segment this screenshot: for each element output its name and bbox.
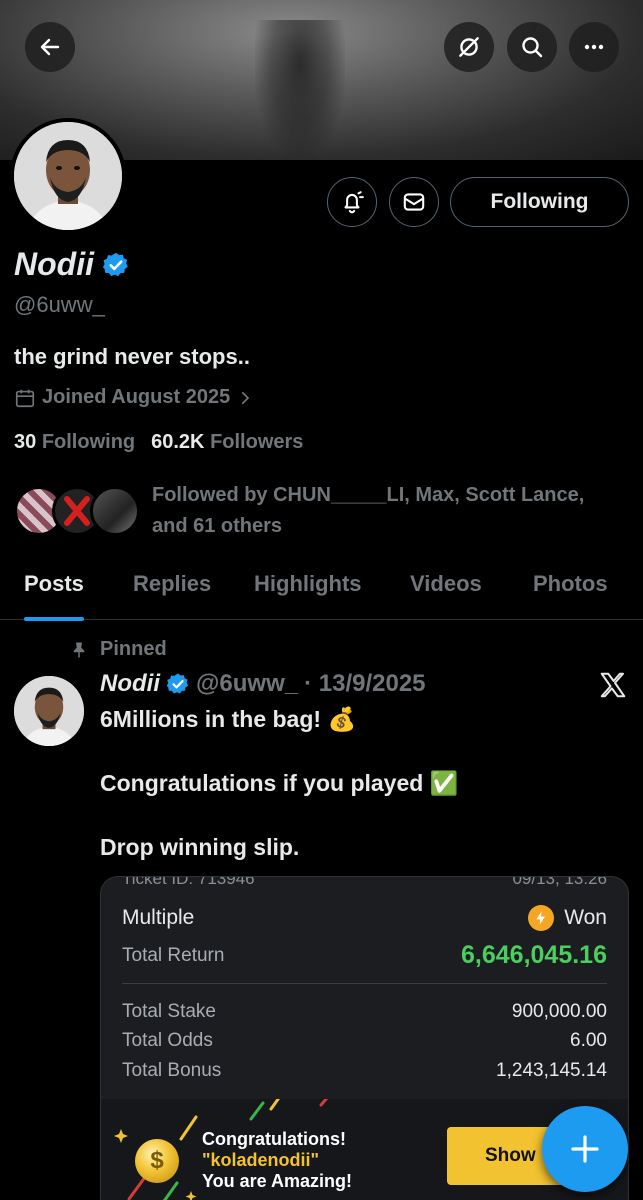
profile-name: Nodii [14, 246, 130, 283]
avatar-illustration [14, 122, 122, 230]
tab-label: Replies [133, 571, 212, 596]
profile-bio: the grind never stops.. [14, 344, 250, 369]
verified-badge-icon [102, 252, 128, 276]
grok-button[interactable] [444, 22, 494, 72]
back-arrow-icon [40, 38, 60, 56]
followed-by[interactable]: Followed by CHUN_____LI, Max, Scott Lanc… [14, 480, 632, 542]
ticket-divider [122, 983, 607, 984]
promo-line-3: You are Amazing! [202, 1171, 353, 1191]
post-author-handle[interactable]: @6uww_ [196, 670, 298, 698]
tab-label: Posts [24, 571, 84, 596]
tab-label: Videos [410, 571, 482, 596]
following-stat[interactable]: 30 Following [14, 431, 135, 454]
total-bonus-value: 1,243,145.14 [496, 1060, 607, 1081]
pinned-label: Pinned [70, 638, 167, 661]
promo-line-1: Congratulations! [202, 1129, 346, 1149]
tab-photos[interactable]: Photos [533, 563, 608, 620]
total-stake-value: 900,000.00 [511, 1001, 607, 1022]
pin-icon [73, 642, 85, 657]
following-label: Following [41, 431, 136, 453]
message-button[interactable] [389, 177, 439, 227]
post-line-1: 6Millions in the bag! 💰 [100, 706, 357, 732]
total-return-row: Total Return 6,646,045.16 [122, 941, 607, 970]
post-author-avatar[interactable] [14, 676, 84, 746]
promo-line-2: "koladenodii" [202, 1150, 320, 1170]
followers-count: 60.2K [151, 431, 205, 453]
compose-post-button[interactable] [542, 1106, 628, 1192]
total-stake-label: Total Stake [122, 1001, 216, 1022]
profile-handle: @6uww_ [14, 292, 105, 317]
lightning-icon [528, 905, 555, 931]
bet-status-text: Won [564, 906, 607, 929]
bet-type-row: Multiple Won [122, 905, 607, 931]
banner-figure [255, 20, 345, 160]
message-icon [403, 193, 425, 211]
mutual-avatar [90, 486, 140, 536]
tab-videos[interactable]: Videos [410, 563, 482, 620]
ticket-id: Ticket ID: 713946 [122, 876, 255, 888]
bet-type: Multiple [122, 906, 195, 929]
pinned-text: Pinned [100, 638, 167, 660]
following-count: 30 [14, 431, 37, 453]
tab-highlights[interactable]: Highlights [254, 563, 362, 620]
profile-avatar[interactable] [10, 118, 126, 234]
tab-label: Highlights [254, 571, 362, 596]
total-stake-row: Total Stake 900,000.00 [122, 1001, 607, 1023]
post-avatar-illustration [14, 676, 84, 746]
bet-status: Won [528, 905, 607, 931]
followed-by-text: Followed by CHUN_____LI, Max, Scott Lanc… [152, 480, 632, 542]
chevron-right-icon [242, 391, 250, 404]
coin-icon: $ [135, 1139, 179, 1183]
active-tab-indicator [24, 617, 84, 621]
joined-date[interactable]: Joined August 2025 [14, 386, 254, 409]
total-bonus-label: Total Bonus [122, 1060, 222, 1081]
post-date[interactable]: · 13/9/2025 [304, 670, 425, 698]
total-odds-label: Total Odds [122, 1030, 213, 1051]
total-odds-row: Total Odds 6.00 [122, 1030, 607, 1052]
calendar-icon [15, 389, 35, 407]
search-icon [522, 37, 543, 58]
search-button[interactable] [507, 22, 557, 72]
plus-icon [571, 1135, 599, 1163]
follow-stats: 30 Following 60.2K Followers [14, 431, 303, 454]
promo-text: Congratulations! "koladenodii" You are A… [202, 1129, 352, 1192]
verified-badge-icon [166, 673, 189, 694]
x-logo-icon[interactable] [598, 670, 628, 700]
post-line-3: Drop winning slip. [100, 834, 300, 860]
notification-bell-icon [344, 191, 364, 214]
ticket-header: Ticket ID: 713946 09/13, 13:26 [122, 876, 607, 889]
tab-label: Photos [533, 571, 608, 596]
post-header: Nodii @6uww_ · 13/9/2025 [100, 670, 426, 698]
post-author-name[interactable]: Nodii [100, 670, 160, 698]
no-sync-icon [459, 37, 479, 57]
profile-name-text: Nodii [14, 246, 94, 282]
joined-text: Joined August 2025 [42, 386, 231, 408]
tab-posts[interactable]: Posts [24, 563, 84, 621]
post-line-2: Congratulations if you played ✅ [100, 770, 459, 796]
total-return-label: Total Return [122, 944, 225, 966]
followed-by-line1: Followed by CHUN_____LI, Max, Scott Lanc… [152, 484, 585, 506]
total-bonus-row: Total Bonus 1,243,145.14 [122, 1060, 607, 1082]
mutual-avatars [14, 480, 140, 538]
more-icon [584, 44, 604, 50]
followers-label: Followers [210, 431, 304, 453]
more-button[interactable] [569, 22, 619, 72]
profile-tabs: Posts Replies Highlights Videos Photos [0, 563, 643, 621]
tab-replies[interactable]: Replies [133, 563, 211, 620]
total-odds-value: 6.00 [570, 1030, 607, 1051]
notifications-button[interactable] [327, 177, 377, 227]
total-return-value: 6,646,045.16 [461, 941, 607, 969]
followed-by-line2: and 61 others [152, 515, 283, 537]
followers-stat[interactable]: 60.2K Followers [151, 431, 303, 454]
back-button[interactable] [25, 22, 75, 72]
ticket-time: 09/13, 13:26 [512, 876, 607, 888]
following-button[interactable]: Following [450, 177, 629, 227]
